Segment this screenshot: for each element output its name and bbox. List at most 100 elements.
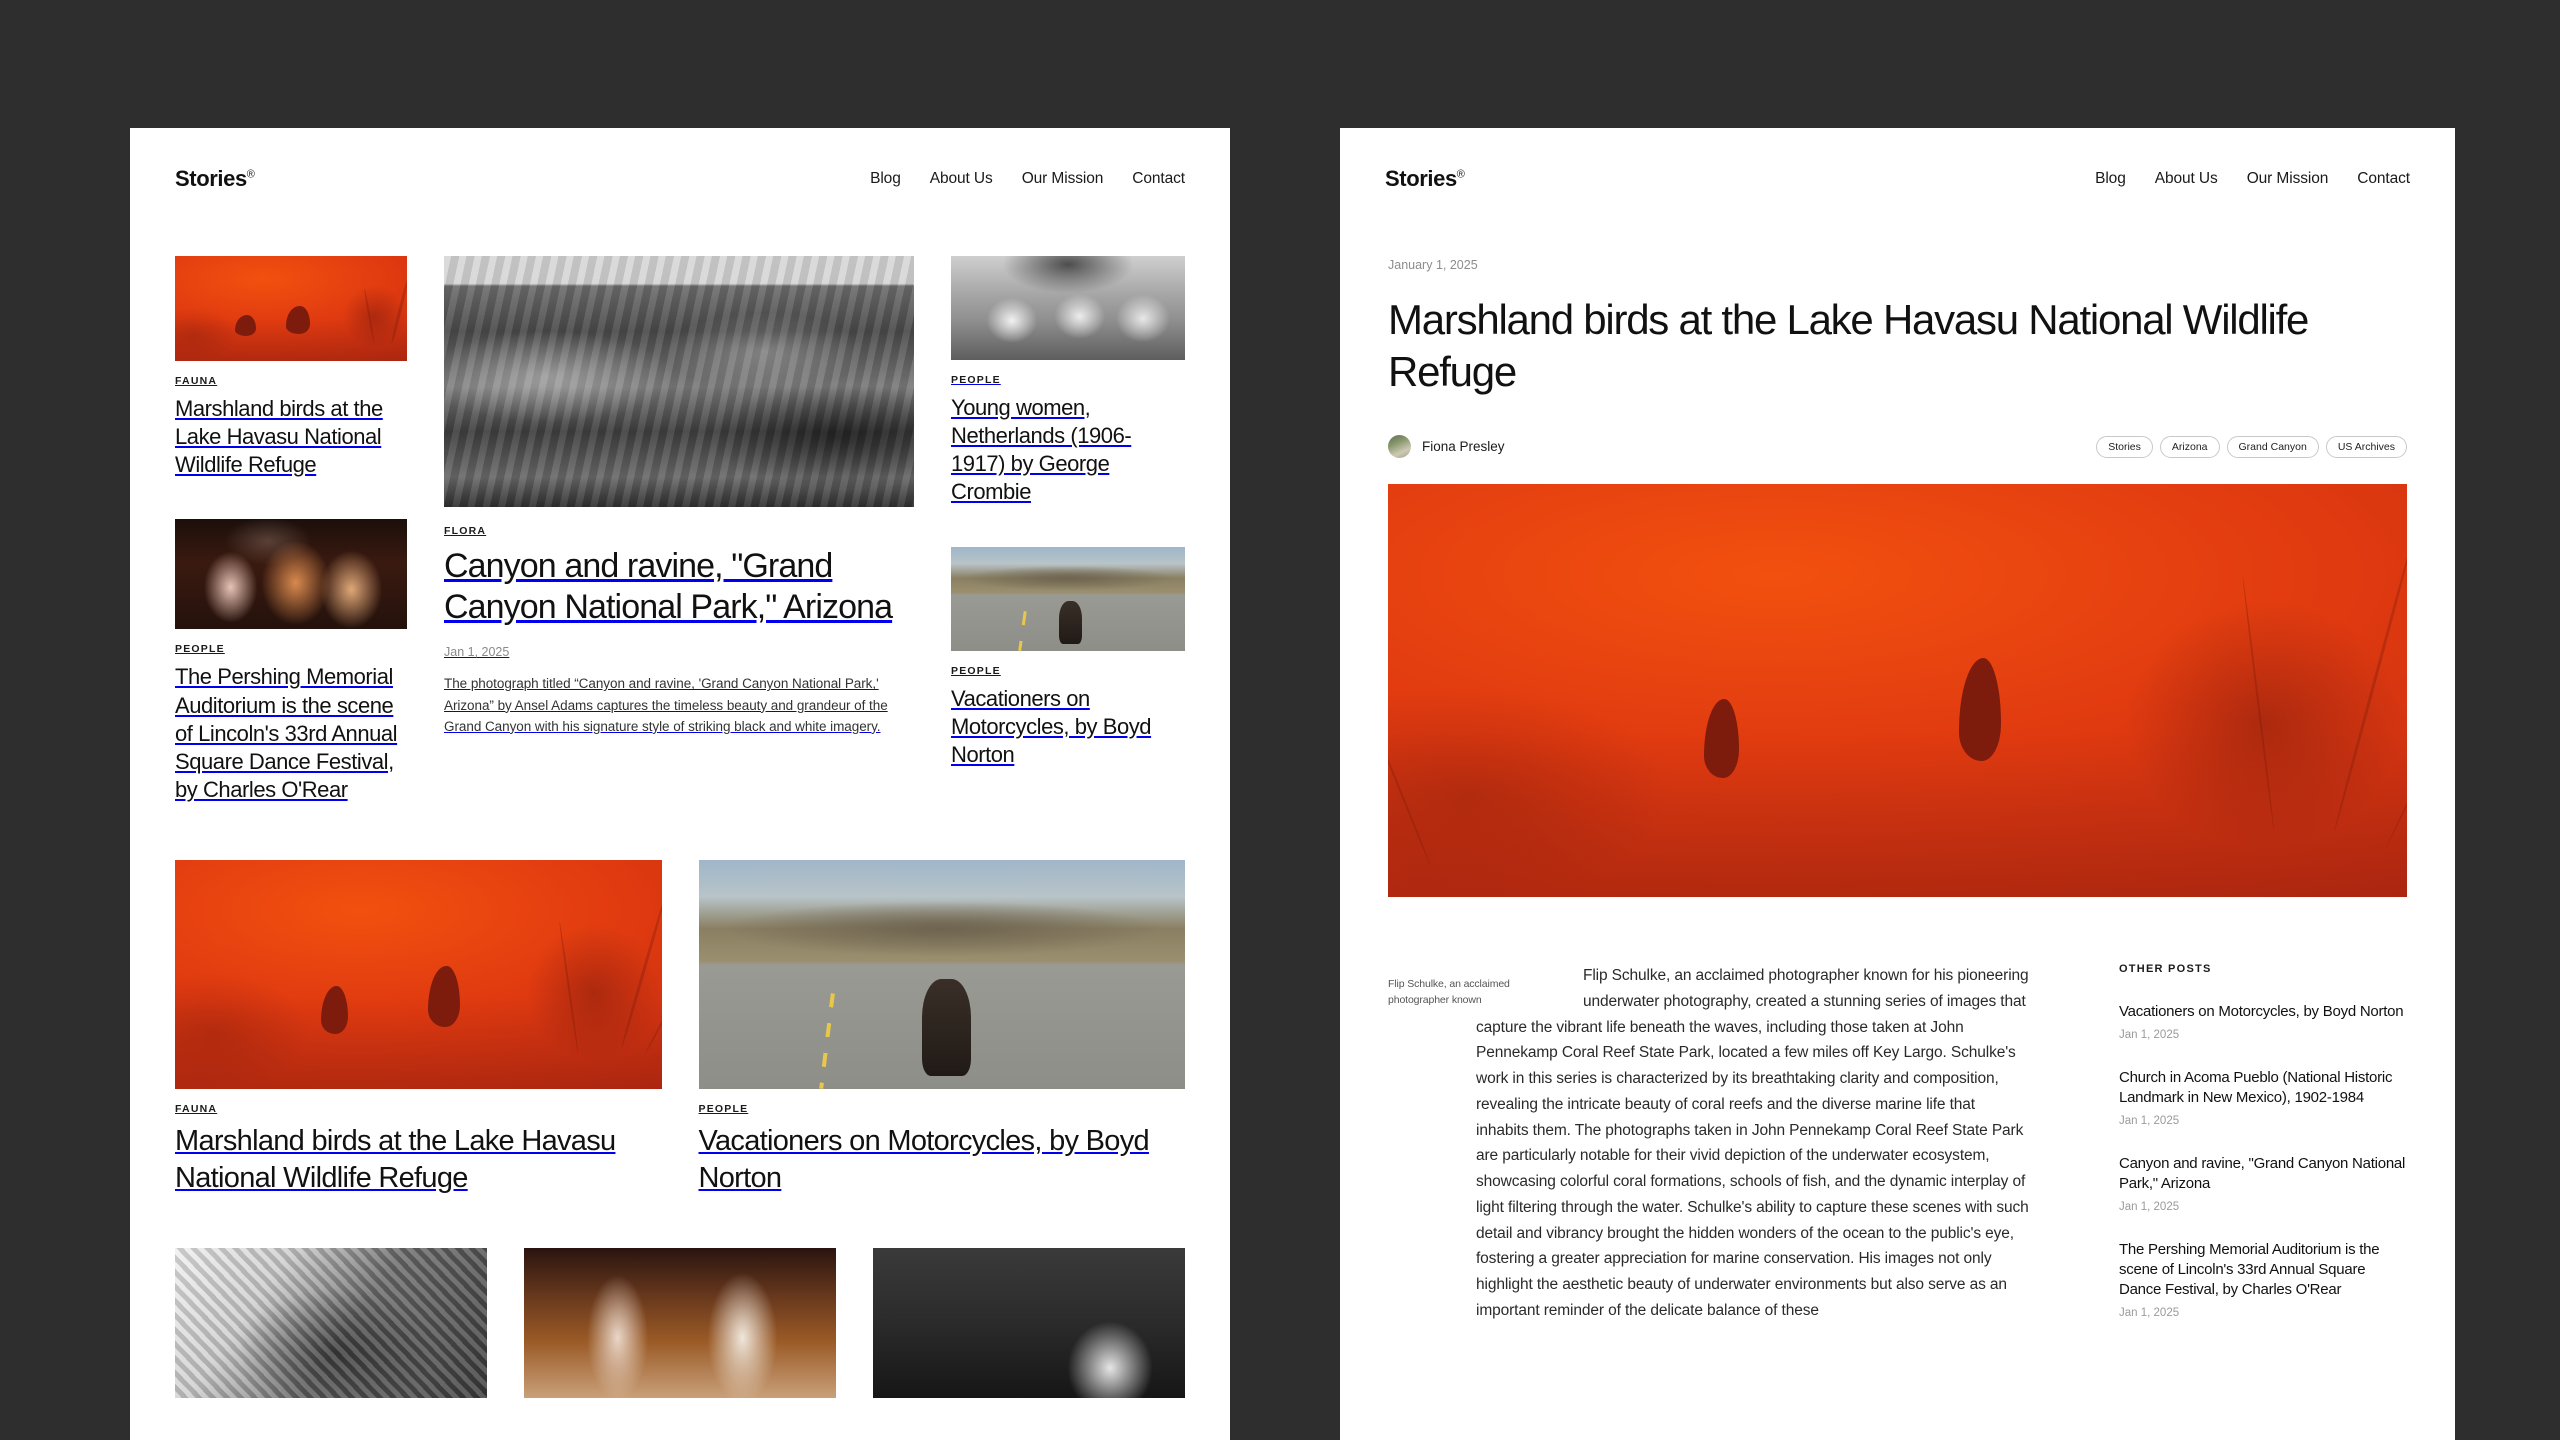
article-page-panel: Stories® Blog About Us Our Mission Conta… bbox=[1340, 128, 2455, 1440]
card-title: Marshland birds at the Lake Havasu Natio… bbox=[175, 396, 383, 478]
tag-stories[interactable]: Stories bbox=[2096, 435, 2153, 458]
card-title: Vacationers on Motorcycles, by Boyd Nort… bbox=[951, 685, 1152, 767]
nav-item-about-us[interactable]: About Us bbox=[2155, 170, 2218, 188]
nav-item-our-mission[interactable]: Our Mission bbox=[2247, 170, 2329, 188]
feature-title: Canyon and ravine, "Grand Canyon Nationa… bbox=[444, 547, 893, 627]
card-thumbnail bbox=[175, 256, 407, 361]
article-card-row3-3[interactable] bbox=[873, 1248, 1185, 1399]
twig-silhouette bbox=[363, 288, 375, 343]
other-post-date: Jan 1, 2025 bbox=[2119, 1029, 2180, 1042]
site-logo-home[interactable]: Stories® bbox=[175, 166, 255, 192]
card-thumbnail bbox=[698, 860, 1185, 1090]
article-lower-section: Flip Schulke, an acclaimed photographer … bbox=[1388, 963, 2407, 1323]
other-post-title: The Pershing Memorial Auditorium is the … bbox=[2119, 1241, 2380, 1298]
nav-item-contact[interactable]: Contact bbox=[2357, 170, 2410, 188]
photo-vacationers-motorcycles bbox=[951, 546, 1185, 651]
article-card-grand-canyon-feature[interactable]: FLORA Canyon and ravine, "Grand Canyon N… bbox=[444, 256, 914, 737]
photo-marshland-birds-hero bbox=[1388, 484, 2407, 898]
article-card-row3-2[interactable] bbox=[524, 1248, 836, 1399]
article-card-vacationers-motorcycles[interactable]: PEOPLE Vacationers on Motorcycles, by Bo… bbox=[951, 546, 1185, 769]
other-post-date: Jan 1, 2025 bbox=[2119, 1115, 2180, 1128]
card-kicker: FAUNA bbox=[175, 375, 218, 387]
article-card-row3-1[interactable] bbox=[175, 1248, 487, 1399]
road-marking bbox=[819, 993, 835, 1090]
author-name: Fiona Presley bbox=[1422, 439, 1505, 455]
card-kicker: FAUNA bbox=[175, 1103, 218, 1116]
other-post-item-pershing[interactable]: The Pershing Memorial Auditorium is the … bbox=[2119, 1240, 2407, 1319]
inset-caption: Flip Schulke, an acclaimed photographer … bbox=[1388, 978, 1510, 1006]
nav-item-contact[interactable]: Contact bbox=[1132, 170, 1185, 188]
bird-silhouette bbox=[1703, 699, 1739, 778]
tag-arizona[interactable]: Arizona bbox=[2159, 435, 2220, 458]
feature-thumbnail bbox=[444, 256, 914, 507]
home-page-panel: Stories® Blog About Us Our Mission Conta… bbox=[130, 128, 1230, 1440]
card-title: Marshland birds at the Lake Havasu Natio… bbox=[175, 1125, 616, 1194]
bird-silhouette bbox=[235, 314, 257, 336]
home-feature-column: FLORA Canyon and ravine, "Grand Canyon N… bbox=[444, 256, 914, 804]
twig-silhouette bbox=[390, 276, 407, 345]
photo-square-dance-festival bbox=[175, 519, 407, 630]
avatar bbox=[1388, 435, 1411, 459]
other-post-date: Jan 1, 2025 bbox=[2119, 1306, 2180, 1319]
article-prose: Flip Schulke, an acclaimed photographer … bbox=[1388, 963, 2041, 1323]
tag-grand-canyon[interactable]: Grand Canyon bbox=[2226, 435, 2319, 458]
other-post-item-acoma-pueblo[interactable]: Church in Acoma Pueblo (National Histori… bbox=[2119, 1068, 2407, 1127]
article-card-young-women-netherlands[interactable]: PEOPLE Young women, Netherlands (1906-19… bbox=[951, 256, 1185, 507]
tag-us-archives[interactable]: US Archives bbox=[2325, 435, 2407, 458]
other-post-title: Vacationers on Motorcycles, by Boyd Nort… bbox=[2119, 1003, 2404, 1021]
photo-marshland-birds bbox=[175, 860, 662, 1090]
twig-silhouette bbox=[619, 893, 662, 1049]
feature-kicker: FLORA bbox=[444, 525, 487, 537]
nav-item-blog[interactable]: Blog bbox=[2095, 170, 2126, 188]
twig-silhouette bbox=[558, 920, 579, 1053]
article-inset-figure: Flip Schulke, an acclaimed photographer … bbox=[1388, 969, 1561, 1007]
article-publish-date: January 1, 2025 bbox=[1388, 258, 1478, 272]
article-card-vacationers-motorcycles-wide[interactable]: PEOPLE Vacationers on Motorcycles, by Bo… bbox=[698, 860, 1185, 1196]
nav-item-about-us[interactable]: About Us bbox=[930, 170, 993, 188]
photo-warm-interior bbox=[524, 1248, 836, 1399]
article-card-pershing-auditorium[interactable]: PEOPLE The Pershing Memorial Auditorium … bbox=[175, 519, 407, 804]
screenshot-canvas: Stories® Blog About Us Our Mission Conta… bbox=[0, 0, 2560, 1440]
bird-silhouette bbox=[1958, 657, 2002, 762]
site-logo-text: Stories bbox=[175, 166, 247, 191]
article-card-marshland-birds-wide[interactable]: FAUNA Marshland birds at the Lake Havasu… bbox=[175, 860, 662, 1196]
other-posts-sidebar: OTHER POSTS Vacationers on Motorcycles, … bbox=[2119, 963, 2407, 1323]
photo-vacationers-motorcycles bbox=[698, 860, 1185, 1090]
other-post-item-grand-canyon[interactable]: Canyon and ravine, "Grand Canyon Nationa… bbox=[2119, 1154, 2407, 1213]
card-title: The Pershing Memorial Auditorium is the … bbox=[175, 664, 398, 803]
bird-silhouette bbox=[320, 986, 348, 1035]
site-logo-article[interactable]: Stories® bbox=[1385, 166, 1465, 192]
other-post-title: Church in Acoma Pueblo (National Histori… bbox=[2119, 1069, 2393, 1107]
home-secondary-grid: FAUNA Marshland birds at the Lake Havasu… bbox=[130, 804, 1230, 1196]
article-content: January 1, 2025 Marshland birds at the L… bbox=[1340, 258, 2455, 1323]
article-paragraph-2: inhabits them. The photographs taken in … bbox=[1476, 1121, 2029, 1319]
other-post-item-vacationers[interactable]: Vacationers on Motorcycles, by Boyd Nort… bbox=[2119, 1002, 2407, 1041]
nav-item-our-mission[interactable]: Our Mission bbox=[1022, 170, 1104, 188]
home-tertiary-grid bbox=[130, 1196, 1230, 1399]
registered-mark-icon: ® bbox=[1456, 168, 1465, 181]
twig-silhouette bbox=[645, 951, 662, 1054]
site-header-home: Stories® Blog About Us Our Mission Conta… bbox=[130, 128, 1230, 192]
feature-excerpt: The photograph titled “Canyon and ravine… bbox=[444, 676, 888, 734]
article-card-marshland-birds[interactable]: FAUNA Marshland birds at the Lake Havasu… bbox=[175, 256, 407, 479]
photo-bw-figure bbox=[175, 1248, 487, 1399]
card-kicker: PEOPLE bbox=[175, 643, 225, 656]
site-header-article: Stories® Blog About Us Our Mission Conta… bbox=[1340, 128, 2455, 192]
other-post-date: Jan 1, 2025 bbox=[2119, 1201, 2180, 1213]
other-posts-heading: OTHER POSTS bbox=[2119, 963, 2212, 976]
article-author[interactable]: Fiona Presley bbox=[1388, 435, 1505, 459]
card-thumbnail bbox=[873, 1248, 1185, 1399]
registered-mark-icon: ® bbox=[246, 168, 255, 181]
photo-marshland-birds bbox=[175, 256, 407, 361]
card-title: Vacationers on Motorcycles, by Boyd Nort… bbox=[698, 1125, 1150, 1194]
nav-item-blog[interactable]: Blog bbox=[870, 170, 901, 188]
card-thumbnail bbox=[951, 546, 1185, 651]
article-title: Marshland birds at the Lake Havasu Natio… bbox=[1388, 296, 2309, 395]
card-thumbnail bbox=[951, 256, 1185, 360]
site-logo-text: Stories bbox=[1385, 166, 1457, 191]
home-featured-grid: FAUNA Marshland birds at the Lake Havasu… bbox=[130, 192, 1230, 804]
twig-silhouette bbox=[2384, 632, 2407, 849]
road-marking bbox=[1018, 611, 1027, 651]
card-kicker: PEOPLE bbox=[698, 1103, 749, 1116]
home-right-column: PEOPLE Young women, Netherlands (1906-19… bbox=[951, 256, 1185, 804]
